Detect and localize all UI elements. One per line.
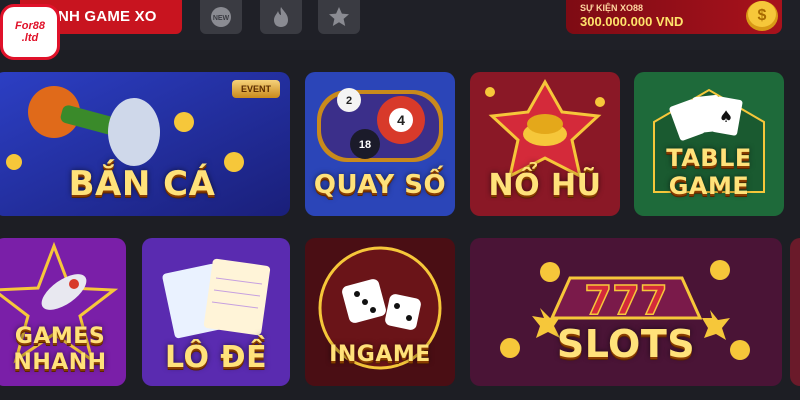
game-card-slots[interactable]: 777 SLOTS xyxy=(470,238,782,386)
svg-text:♠: ♠ xyxy=(719,107,733,126)
star-icon xyxy=(329,7,349,26)
game-title: BẮN CÁ xyxy=(68,164,216,204)
site-logo[interactable]: For88 .ltd xyxy=(0,4,60,60)
filter-hot-button[interactable] xyxy=(260,0,302,34)
game-title: SLOTS xyxy=(556,322,696,366)
filter-new-button[interactable]: NEW xyxy=(200,0,242,34)
game-title: NỔ HŨ xyxy=(488,168,602,203)
event-tag: EVENT xyxy=(232,80,280,98)
svg-text:4: 4 xyxy=(397,112,405,128)
game-title: INGAME xyxy=(329,342,431,367)
svg-text:2: 2 xyxy=(346,95,352,107)
game-card-ingame[interactable]: INGAME xyxy=(305,238,455,386)
game-card-partial[interactable] xyxy=(790,238,800,386)
top-bar: NH GAME XO NEW SỰ KIỆN XO88 300.000.000 … xyxy=(0,0,800,50)
game-card-games-nhanh[interactable]: GAMES NHANH xyxy=(0,238,126,386)
logo-text: For88 xyxy=(15,20,45,32)
svg-text:18: 18 xyxy=(359,139,371,151)
svg-text:NEW: NEW xyxy=(213,15,230,22)
svg-text:777: 777 xyxy=(584,278,668,324)
game-card-quay-so[interactable]: 2 18 4 QUAY SỐ xyxy=(305,72,455,216)
game-card-table-game[interactable]: ♠ TABLE GAME xyxy=(634,72,784,216)
game-card-no-hu[interactable]: NỔ HŨ xyxy=(470,72,620,216)
game-title: LÔ ĐỀ xyxy=(164,340,268,375)
game-title: GAMES NHANH xyxy=(13,324,107,375)
logo-domain: .ltd xyxy=(21,32,39,44)
filter-favorite-button[interactable] xyxy=(318,0,360,34)
game-card-lo-de[interactable]: LÔ ĐỀ xyxy=(142,238,290,386)
svg-text:$: $ xyxy=(758,7,767,24)
coin-icon: $ xyxy=(746,1,778,31)
game-title: QUAY SỐ xyxy=(313,170,447,200)
fire-icon xyxy=(274,7,288,27)
game-title: TABLE GAME xyxy=(666,144,752,200)
new-icon: NEW xyxy=(211,7,231,27)
event-jackpot-banner[interactable]: SỰ KIỆN XO88 300.000.000 VND $ xyxy=(566,0,782,34)
game-lobby: NH GAME XO NEW SỰ KIỆN XO88 300.000.000 … xyxy=(0,0,800,400)
game-card-ban-ca[interactable]: EVENT BẮN CÁ xyxy=(0,72,290,216)
